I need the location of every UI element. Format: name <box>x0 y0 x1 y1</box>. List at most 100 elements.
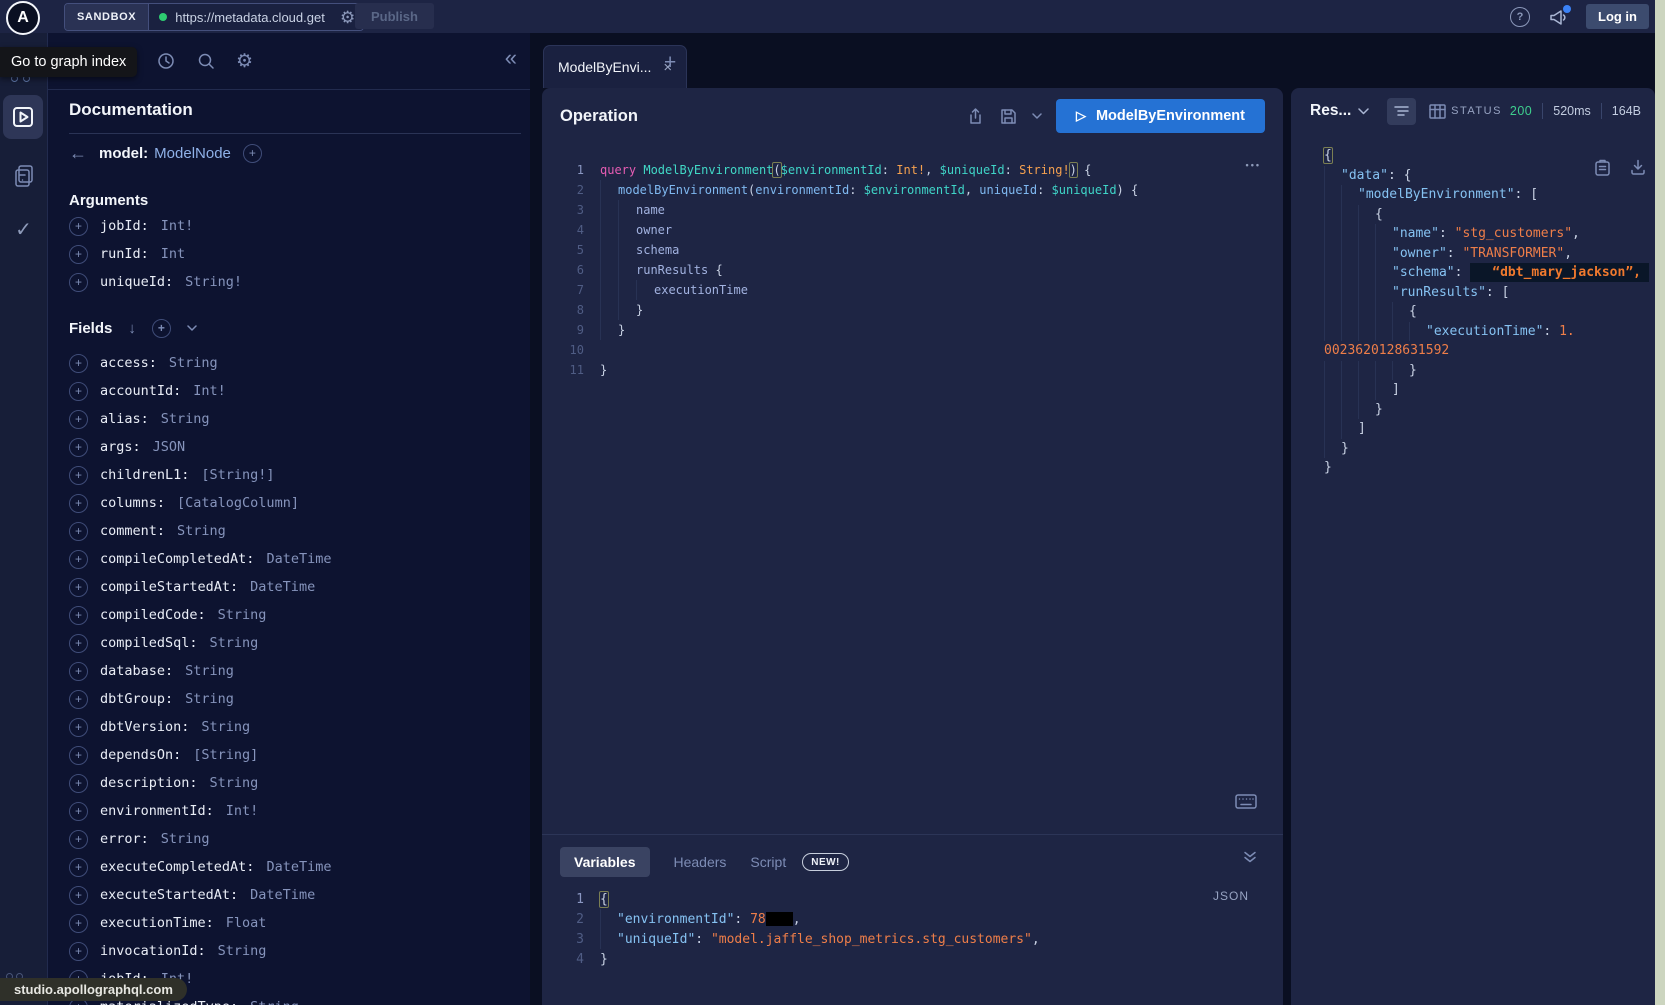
add-to-query-icon[interactable]: + <box>69 522 88 541</box>
add-to-query-icon[interactable]: + <box>69 718 88 737</box>
back-arrow-icon[interactable]: ← <box>69 143 87 164</box>
tab-headers[interactable]: Headers <box>674 854 727 870</box>
add-to-query-icon[interactable]: + <box>69 273 88 292</box>
field-type[interactable]: [String] <box>193 747 258 763</box>
save-dropdown-chevron-icon[interactable] <box>1032 113 1042 119</box>
share-icon[interactable] <box>966 107 985 126</box>
field-name[interactable]: access: <box>100 355 157 371</box>
add-to-query-icon[interactable]: + <box>69 886 88 905</box>
add-to-query-icon[interactable]: + <box>69 802 88 821</box>
field-name[interactable]: invocationId: <box>100 943 206 959</box>
add-to-query-icon[interactable]: + <box>69 690 88 709</box>
keyboard-shortcuts-icon[interactable] <box>1235 794 1257 809</box>
login-button[interactable]: Log in <box>1586 4 1649 29</box>
field-type[interactable]: String <box>201 719 250 735</box>
doc-type-link[interactable]: ModelNode <box>154 145 231 162</box>
field-name[interactable]: dbtGroup: <box>100 691 173 707</box>
operation-code[interactable]: 1query ModelByEnvironment($environmentId… <box>542 144 1283 835</box>
tab-script[interactable]: Script <box>750 854 786 870</box>
publish-button[interactable]: Publish <box>355 3 434 29</box>
field-type[interactable]: DateTime <box>250 579 315 595</box>
field-name[interactable]: jobId: <box>100 218 149 234</box>
add-to-query-icon[interactable]: + <box>69 774 88 793</box>
endpoint-settings-gear-icon[interactable]: ⚙ <box>340 9 355 26</box>
add-to-query-icon[interactable]: + <box>69 858 88 877</box>
field-name[interactable]: compiledSql: <box>100 635 198 651</box>
field-name[interactable]: environmentId: <box>100 803 214 819</box>
field-name[interactable]: uniqueId: <box>100 274 173 290</box>
add-to-query-icon[interactable]: + <box>69 550 88 569</box>
help-icon[interactable]: ? <box>1510 7 1530 27</box>
field-name[interactable]: accountId: <box>100 383 181 399</box>
field-type[interactable]: [CatalogColumn] <box>177 495 299 511</box>
add-to-query-icon[interactable]: + <box>69 466 88 485</box>
announcements-button[interactable] <box>1548 8 1568 26</box>
field-name[interactable]: executeStartedAt: <box>100 887 238 903</box>
add-to-query-icon[interactable]: + <box>69 662 88 681</box>
nav-checks[interactable]: ✓ <box>0 217 47 242</box>
field-type[interactable]: String <box>210 775 259 791</box>
tab-variables[interactable]: Variables <box>560 847 650 877</box>
add-all-fields-icon[interactable]: + <box>152 319 171 338</box>
field-type[interactable]: String <box>185 663 234 679</box>
add-to-query-icon[interactable]: + <box>69 494 88 513</box>
field-type[interactable]: Int! <box>161 218 194 234</box>
run-operation-button[interactable]: ▷ ModelByEnvironment <box>1056 99 1265 133</box>
nav-schema-docs[interactable] <box>0 163 47 189</box>
save-icon[interactable] <box>999 107 1018 126</box>
browser-scrollbar[interactable] <box>1655 0 1665 1005</box>
add-to-query-icon[interactable]: + <box>69 942 88 961</box>
add-field-icon[interactable]: + <box>243 144 262 163</box>
history-icon[interactable] <box>156 51 176 71</box>
add-to-query-icon[interactable]: + <box>69 410 88 429</box>
download-response-icon[interactable] <box>1629 158 1647 176</box>
sort-fields-icon[interactable]: ↓ <box>128 320 136 337</box>
field-name[interactable]: dependsOn: <box>100 747 181 763</box>
doc-settings-gear-icon[interactable]: ⚙ <box>236 52 253 71</box>
field-name[interactable]: compiledCode: <box>100 607 206 623</box>
field-name[interactable]: dbtVersion: <box>100 719 189 735</box>
endpoint-url-input[interactable]: https://metadata.cloud.get ⚙ <box>149 4 363 30</box>
add-to-query-icon[interactable]: + <box>69 382 88 401</box>
search-icon[interactable] <box>196 51 216 71</box>
field-type[interactable]: DateTime <box>266 551 331 567</box>
field-type[interactable]: Int! <box>226 803 259 819</box>
field-type[interactable]: JSON <box>153 439 186 455</box>
field-type[interactable]: String <box>161 411 210 427</box>
add-to-query-icon[interactable]: + <box>69 914 88 933</box>
field-name[interactable]: database: <box>100 663 173 679</box>
field-type[interactable]: String <box>250 999 299 1005</box>
collapse-variables-double-chevron-icon[interactable] <box>1243 851 1257 863</box>
editor-overflow-menu[interactable]: ••• <box>1246 160 1261 170</box>
add-to-query-icon[interactable]: + <box>69 245 88 264</box>
field-name[interactable]: runId: <box>100 246 149 262</box>
field-type[interactable]: String <box>218 607 267 623</box>
nav-explorer-active[interactable] <box>3 95 43 139</box>
field-type[interactable]: [String!] <box>201 467 274 483</box>
new-tab-button[interactable]: + <box>664 51 676 75</box>
field-name[interactable]: error: <box>100 831 149 847</box>
response-format-list-button[interactable] <box>1387 98 1416 125</box>
field-type[interactable]: String <box>210 635 259 651</box>
add-to-query-icon[interactable]: + <box>69 354 88 373</box>
field-type[interactable]: String <box>218 943 267 959</box>
collapse-panel-icon[interactable]: « <box>505 45 517 71</box>
field-name[interactable]: args: <box>100 439 141 455</box>
field-type[interactable]: Float <box>226 915 267 931</box>
add-to-query-icon[interactable]: + <box>69 217 88 236</box>
field-type[interactable]: String <box>169 355 218 371</box>
field-name[interactable]: description: <box>100 775 198 791</box>
add-to-query-icon[interactable]: + <box>69 830 88 849</box>
add-to-query-icon[interactable]: + <box>69 438 88 457</box>
format-table-icon[interactable] <box>1429 104 1446 119</box>
field-name[interactable]: childrenL1: <box>100 467 189 483</box>
field-type[interactable]: String <box>185 691 234 707</box>
response-title[interactable]: Res... <box>1310 102 1351 120</box>
field-name[interactable]: executeCompletedAt: <box>100 859 254 875</box>
field-type[interactable]: String <box>161 831 210 847</box>
field-type[interactable]: DateTime <box>250 887 315 903</box>
add-to-query-icon[interactable]: + <box>69 634 88 653</box>
field-name[interactable]: alias: <box>100 411 149 427</box>
field-type[interactable]: DateTime <box>266 859 331 875</box>
field-type[interactable]: String <box>177 523 226 539</box>
